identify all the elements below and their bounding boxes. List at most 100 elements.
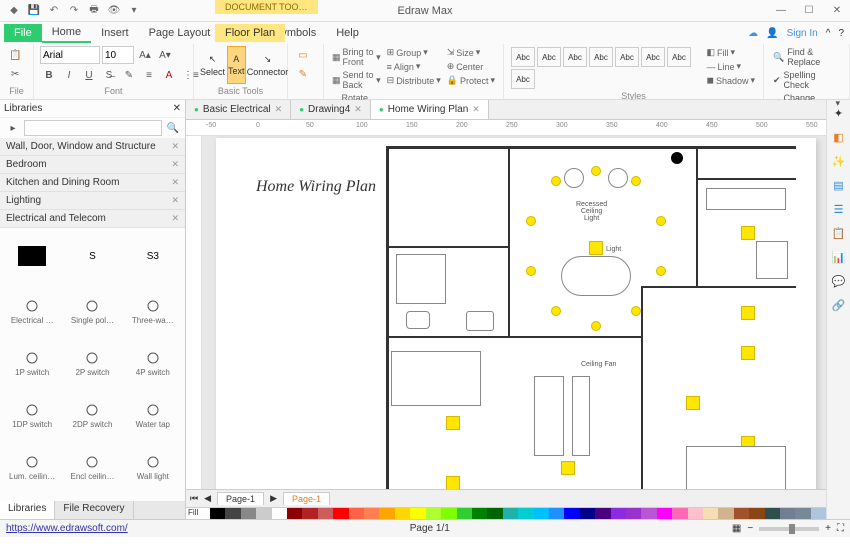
lib-category-4[interactable]: Electrical and Telecom✕ (0, 210, 185, 228)
increase-font-icon[interactable]: A▴ (136, 46, 154, 64)
shape-item-3[interactable]: 1P switch (4, 338, 60, 386)
help-icon[interactable]: ? (838, 28, 844, 39)
link-icon[interactable]: 🔗 (830, 296, 848, 314)
color-swatch-27[interactable] (626, 508, 641, 519)
send-to-back[interactable]: ▦ Send to Back ▾ (330, 69, 383, 91)
color-swatch-13[interactable] (410, 508, 425, 519)
cloud-icon[interactable]: ☁ (748, 28, 758, 39)
fill-button[interactable]: ◧ Fill▾ (704, 46, 757, 59)
color-swatch-16[interactable] (457, 508, 472, 519)
doc-tab-0[interactable]: ●Basic Electrical✕ (186, 100, 291, 119)
style-preset-1[interactable]: Abc (537, 47, 561, 67)
shape-item-4[interactable]: 2P switch (64, 338, 120, 386)
color-swatch-0[interactable] (210, 508, 225, 519)
tab-libraries[interactable]: Libraries (0, 501, 55, 519)
lib-category-2[interactable]: Kitchen and Dining Room✕ (0, 174, 185, 192)
color-swatch-21[interactable] (534, 508, 549, 519)
page-nav-prev-icon[interactable]: ◀ (204, 493, 211, 504)
color-swatch-35[interactable] (749, 508, 764, 519)
shape-item-10[interactable]: Encl ceilin… (64, 442, 120, 490)
preview-icon[interactable]: 👁 (106, 3, 122, 19)
color-swatch-7[interactable] (318, 508, 333, 519)
style-preset-5[interactable]: Abc (641, 47, 665, 67)
shape-top-2[interactable]: S3 (125, 232, 181, 280)
style-preset-6[interactable]: Abc (667, 47, 691, 67)
shape-item-5[interactable]: 4P switch (125, 338, 181, 386)
text-tool[interactable]: AText (227, 46, 246, 84)
paste-icon[interactable]: 📋 (6, 46, 24, 64)
color-swatch-1[interactable] (225, 508, 240, 519)
color-swatch-37[interactable] (780, 508, 795, 519)
connector-tool[interactable]: ↘Connector (248, 46, 288, 84)
zoom-slider[interactable] (759, 527, 819, 531)
style-gallery[interactable]: AbcAbcAbcAbcAbcAbcAbcAbc (510, 46, 702, 90)
shape-item-1[interactable]: Single pol… (64, 286, 120, 334)
color-swatch-29[interactable] (657, 508, 672, 519)
fit-page-icon[interactable]: ⛶ (837, 523, 844, 534)
contextual-tab-floorplan[interactable]: Floor Plan (215, 24, 285, 42)
color-swatch-31[interactable] (688, 508, 703, 519)
align-left-icon[interactable]: ≡ (140, 66, 158, 84)
line-button[interactable]: — Line▾ (704, 60, 757, 73)
save-icon[interactable]: 💾 (26, 3, 42, 19)
color-swatch-12[interactable] (395, 508, 410, 519)
color-swatch-25[interactable] (595, 508, 610, 519)
bring-to-front[interactable]: ▦ Bring to Front ▾ (330, 46, 383, 68)
effects-icon[interactable]: ✨ (830, 152, 848, 170)
decrease-font-icon[interactable]: A▾ (156, 46, 174, 64)
color-swatch-10[interactable] (364, 508, 379, 519)
shape-item-6[interactable]: 1DP switch (4, 390, 60, 438)
color-swatch-3[interactable] (256, 508, 271, 519)
size[interactable]: ⇲ Size▾ (445, 46, 497, 59)
color-swatch-38[interactable] (795, 508, 810, 519)
color-swatch-5[interactable] (287, 508, 302, 519)
highlight-icon[interactable]: ✎ (120, 66, 138, 84)
close-icon[interactable]: ✕ (275, 104, 283, 115)
center[interactable]: ⊕ Center (445, 60, 497, 73)
pen-tool-icon[interactable]: ✎ (294, 65, 312, 83)
color-swatch-15[interactable] (441, 508, 456, 519)
zoom-in-icon[interactable]: + (825, 523, 831, 534)
close-icon[interactable]: ✕ (828, 4, 846, 18)
color-swatch-36[interactable] (765, 508, 780, 519)
color-swatch-23[interactable] (564, 508, 579, 519)
align[interactable]: ≡ Align▾ (385, 60, 443, 73)
ribbon-collapse-icon[interactable]: ^ (826, 28, 831, 39)
group[interactable]: ⊞ Group▾ (385, 46, 443, 59)
close-icon[interactable]: ✕ (171, 177, 179, 188)
sign-in-link[interactable]: Sign In (787, 28, 818, 39)
doc-tab-1[interactable]: ●Drawing4✕ (291, 100, 371, 119)
lib-add-icon[interactable]: ▸ (4, 119, 22, 137)
shape-item-8[interactable]: Water tap (125, 390, 181, 438)
view-mode-icon[interactable]: ▦ (732, 523, 741, 534)
close-icon[interactable]: ✕ (472, 104, 480, 115)
lib-category-3[interactable]: Lighting✕ (0, 192, 185, 210)
chart-icon[interactable]: 📊 (830, 248, 848, 266)
color-swatch-22[interactable] (549, 508, 564, 519)
layers-icon[interactable]: ▤ (830, 176, 848, 194)
italic-button[interactable]: I (60, 66, 78, 84)
ruler-vertical[interactable] (186, 136, 202, 489)
tab-file-recovery[interactable]: File Recovery (55, 501, 133, 519)
drawing-page[interactable]: Home Wiring Plan (216, 138, 816, 489)
shape-top-0[interactable] (4, 232, 60, 280)
bold-button[interactable]: B (40, 66, 58, 84)
style-preset-7[interactable]: Abc (511, 69, 535, 89)
menu-page-layout[interactable]: Page Layout (139, 24, 221, 42)
shadow-button[interactable]: ◼ Shadow▾ (704, 74, 757, 87)
find-replace[interactable]: 🔍 Find & Replace (770, 46, 843, 68)
shape-item-13[interactable]: Multi-ligh… (64, 494, 120, 501)
spelling-check[interactable]: ✔ Spelling Check (770, 69, 843, 91)
shape-item-11[interactable]: Wall light (125, 442, 181, 490)
select-tool[interactable]: ↖Select (200, 46, 225, 84)
user-icon[interactable]: 👤 (766, 28, 778, 39)
doc-tab-2[interactable]: ●Home Wiring Plan✕ (371, 100, 489, 119)
color-swatch-9[interactable] (349, 508, 364, 519)
close-icon[interactable]: ✕ (354, 104, 362, 115)
page-nav-first-icon[interactable]: ⏮ (190, 493, 198, 504)
color-swatch-33[interactable] (718, 508, 733, 519)
color-swatch-17[interactable] (472, 508, 487, 519)
clipboard-icon[interactable]: 📋 (830, 224, 848, 242)
menu-file[interactable]: File (4, 24, 42, 42)
qat-dropdown-icon[interactable]: ▾ (126, 3, 142, 19)
